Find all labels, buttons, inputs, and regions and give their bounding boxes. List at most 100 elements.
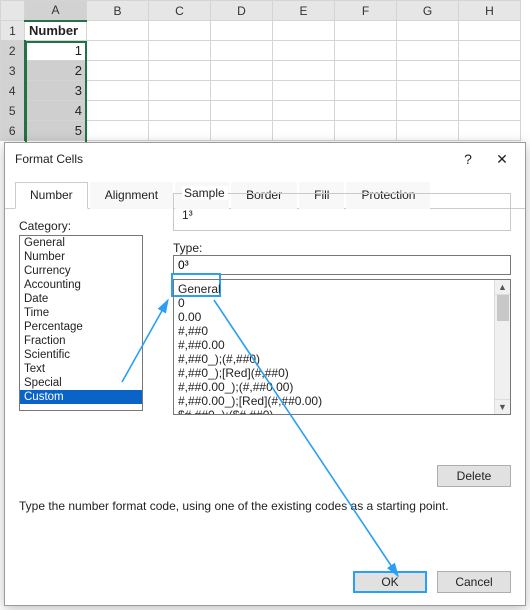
cell[interactable] [273,121,335,141]
cell[interactable] [273,101,335,121]
cell[interactable] [211,101,273,121]
cell[interactable] [87,81,149,101]
cell[interactable] [211,121,273,141]
list-item[interactable]: Currency [20,264,142,278]
ok-button[interactable]: OK [353,571,427,593]
list-item[interactable]: Scientific [20,348,142,362]
list-item[interactable]: #,##0.00_);(#,##0.00) [176,380,508,394]
close-button[interactable]: ✕ [485,147,519,171]
cell[interactable] [87,101,149,121]
cell[interactable] [211,61,273,81]
scroll-thumb[interactable] [497,295,509,321]
category-list[interactable]: General Number Currency Accounting Date … [19,235,143,411]
cell-a1[interactable]: Number [25,21,87,41]
list-item[interactable]: 0 [176,296,508,310]
scrollbar[interactable]: ▲ ▼ [494,280,510,414]
delete-button[interactable]: Delete [437,465,511,487]
cancel-button[interactable]: Cancel [437,571,511,593]
list-item[interactable]: Number [20,250,142,264]
help-button[interactable]: ? [451,147,485,171]
list-item-selected[interactable]: Custom [20,390,142,404]
cell[interactable] [87,21,149,41]
list-item[interactable]: Text [20,362,142,376]
cell-a4[interactable]: 3 [25,81,87,101]
col-header-h[interactable]: H [459,1,521,21]
cell[interactable] [149,101,211,121]
cell[interactable] [149,81,211,101]
list-item[interactable]: Accounting [20,278,142,292]
row-header-2[interactable]: 2 [1,41,25,61]
cell[interactable] [335,41,397,61]
list-item[interactable]: #,##0.00 [176,338,508,352]
cell[interactable] [87,61,149,81]
cell[interactable] [459,61,521,81]
cell[interactable] [211,41,273,61]
cell[interactable] [335,81,397,101]
dialog-titlebar[interactable]: Format Cells ? ✕ [5,143,525,175]
cell[interactable] [273,81,335,101]
cell[interactable] [149,41,211,61]
scroll-up-icon[interactable]: ▲ [495,280,510,295]
row-header-5[interactable]: 5 [1,101,25,121]
tab-alignment[interactable]: Alignment [90,182,173,209]
cell[interactable] [397,21,459,41]
worksheet[interactable]: A B C D E F G H 1 Number 2 1 3 2 4 3 5 4… [0,0,521,141]
tab-number[interactable]: Number [15,182,88,209]
list-item[interactable]: #,##0_);(#,##0) [176,352,508,366]
cell-a6[interactable]: 5 [25,121,87,141]
col-header-a[interactable]: A [25,1,87,21]
list-item[interactable]: Time [20,306,142,320]
list-item[interactable]: Percentage [20,320,142,334]
cell[interactable] [459,41,521,61]
row-header-1[interactable]: 1 [1,21,25,41]
cell[interactable] [335,21,397,41]
list-item[interactable]: General [20,236,142,250]
cell[interactable] [397,121,459,141]
cell[interactable] [459,21,521,41]
cell[interactable] [335,61,397,81]
cell[interactable] [211,21,273,41]
list-item[interactable]: #,##0 [176,324,508,338]
col-header-b[interactable]: B [87,1,149,21]
col-header-c[interactable]: C [149,1,211,21]
cell-a2[interactable]: 1 [25,41,87,61]
cell[interactable] [273,21,335,41]
cell[interactable] [87,41,149,61]
cell-a5[interactable]: 4 [25,101,87,121]
cell[interactable] [459,121,521,141]
format-list[interactable]: General 0 0.00 #,##0 #,##0.00 #,##0_);(#… [173,279,511,415]
col-header-e[interactable]: E [273,1,335,21]
cell[interactable] [397,101,459,121]
cell-a3[interactable]: 2 [25,61,87,81]
list-item[interactable]: Special [20,376,142,390]
type-input[interactable] [173,255,511,275]
list-item[interactable]: General [176,282,508,296]
cell[interactable] [211,81,273,101]
cell[interactable] [149,121,211,141]
cell[interactable] [397,81,459,101]
row-header-6[interactable]: 6 [1,121,25,141]
row-header-4[interactable]: 4 [1,81,25,101]
select-all-corner[interactable] [1,1,25,21]
list-item[interactable]: #,##0.00_);[Red](#,##0.00) [176,394,508,408]
col-header-f[interactable]: F [335,1,397,21]
cell[interactable] [273,61,335,81]
col-header-g[interactable]: G [397,1,459,21]
list-item[interactable]: 0.00 [176,310,508,324]
cell[interactable] [87,121,149,141]
list-item[interactable]: Date [20,292,142,306]
cell[interactable] [335,121,397,141]
cell[interactable] [335,101,397,121]
list-item[interactable]: #,##0_);[Red](#,##0) [176,366,508,380]
cell[interactable] [459,81,521,101]
list-item[interactable]: Fraction [20,334,142,348]
cell[interactable] [459,101,521,121]
cell[interactable] [273,41,335,61]
cell[interactable] [397,61,459,81]
scroll-down-icon[interactable]: ▼ [495,399,510,414]
list-item[interactable]: $#,##0_);($#,##0) [176,408,508,415]
col-header-d[interactable]: D [211,1,273,21]
cell[interactable] [149,21,211,41]
row-header-3[interactable]: 3 [1,61,25,81]
cell[interactable] [397,41,459,61]
